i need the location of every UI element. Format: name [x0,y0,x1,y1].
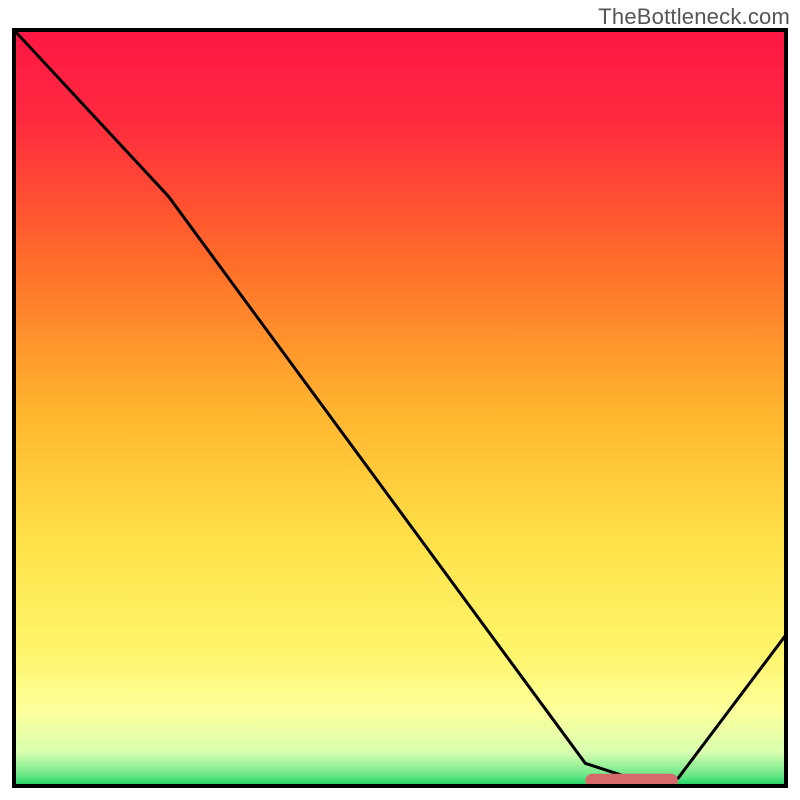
chart-svg [12,28,788,788]
watermark-text: TheBottleneck.com [598,4,790,30]
chart-container: TheBottleneck.com [0,0,800,800]
chart-background [14,30,786,786]
chart-plot [12,28,788,788]
